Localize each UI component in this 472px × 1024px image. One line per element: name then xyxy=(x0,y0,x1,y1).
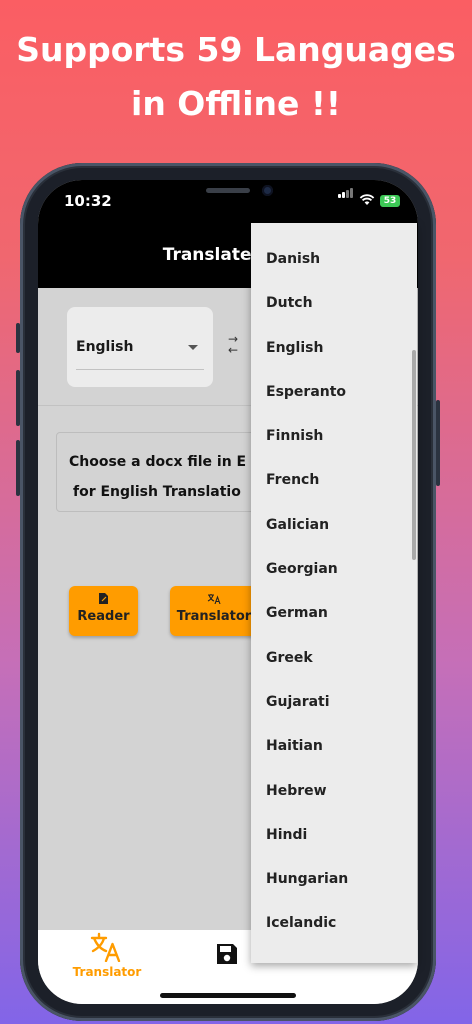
promo-headline-line1: Supports 59 Languages xyxy=(16,30,456,69)
wifi-icon xyxy=(359,194,375,205)
language-option[interactable]: Haitian xyxy=(251,724,417,768)
language-option[interactable]: English xyxy=(251,326,417,370)
language-option[interactable]: Danish xyxy=(251,237,417,281)
language-option[interactable]: Dutch xyxy=(251,281,417,325)
language-option[interactable]: Greek xyxy=(251,636,417,680)
language-option[interactable]: Esperanto xyxy=(251,370,417,414)
reader-button-label: Reader xyxy=(77,609,130,624)
language-option[interactable]: Georgian xyxy=(251,547,417,591)
language-option[interactable]: Icelandic xyxy=(251,901,417,945)
nav-translator-label: Translator xyxy=(72,965,142,979)
status-time: 10:32 xyxy=(64,192,112,210)
phone-power-button xyxy=(436,400,440,486)
caret-down-icon xyxy=(188,345,198,350)
language-option-list: Danish Dutch English Esperanto Finnish French… xyxy=(251,237,417,946)
translate-icon xyxy=(90,932,121,962)
language-option[interactable]: Hungarian xyxy=(251,857,417,901)
language-dropdown-menu: Danish Dutch English Esperanto Finnish French… xyxy=(251,223,417,963)
source-language-select[interactable]: English xyxy=(67,307,213,387)
language-option[interactable]: Finnish xyxy=(251,414,417,458)
earpiece xyxy=(206,188,250,193)
language-option[interactable]: French xyxy=(251,458,417,502)
language-option[interactable]: Hebrew xyxy=(251,769,417,813)
document-edit-icon xyxy=(69,593,138,607)
source-language-value: English xyxy=(76,339,134,355)
language-option[interactable]: Galician xyxy=(251,503,417,547)
nav-translator-tab[interactable]: Translator xyxy=(60,930,150,990)
front-camera xyxy=(262,185,273,196)
phone-mute-switch xyxy=(16,323,20,353)
language-option[interactable]: German xyxy=(251,591,417,635)
phone-volume-up xyxy=(16,370,20,426)
translator-button-label: Translator xyxy=(176,609,252,624)
language-option[interactable]: Hindi xyxy=(251,813,417,857)
swap-arrows-icon[interactable]: → ← xyxy=(228,333,242,358)
translator-button[interactable]: Translator xyxy=(170,586,258,636)
reader-button[interactable]: Reader xyxy=(69,586,138,636)
floppy-disk-icon[interactable] xyxy=(215,942,239,966)
select-underline xyxy=(76,369,204,370)
phone-volume-down xyxy=(16,440,20,496)
promo-headline-line2: in Offline !! xyxy=(131,84,341,123)
battery-icon: 53 xyxy=(380,195,400,207)
translate-icon xyxy=(170,593,258,607)
dropdown-scrollbar[interactable] xyxy=(412,350,416,560)
language-option[interactable]: Gujarati xyxy=(251,680,417,724)
home-indicator xyxy=(160,993,296,998)
